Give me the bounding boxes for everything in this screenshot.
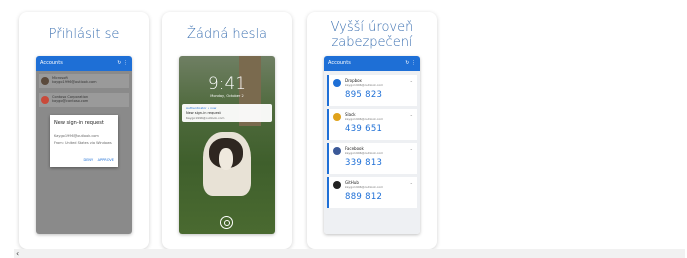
horizontal-scrollbar[interactable] bbox=[14, 249, 685, 258]
github-icon bbox=[333, 181, 341, 189]
account-email: kaygo1996@outlook.com bbox=[345, 83, 384, 87]
otp-code: 889 812 bbox=[345, 192, 383, 202]
dropbox-icon bbox=[333, 79, 341, 87]
account-email: kaygo1996@outlook.com bbox=[345, 151, 384, 155]
otp-code: 339 813 bbox=[345, 158, 383, 168]
deny-button: DENY bbox=[83, 158, 94, 162]
phone-screenshot: Accounts ↻ ⋮ Dropbox kaygo1996@outlook.c… bbox=[324, 56, 420, 234]
app-bar: Accounts ↻ ⋮ bbox=[324, 56, 420, 71]
phone-screenshot: Accounts ↻ ⋮ Microsoft kaygo1996@outlook… bbox=[36, 56, 132, 234]
app-bar: Accounts ↻ ⋮ bbox=[36, 56, 132, 71]
chevron-down-icon: ⌄ bbox=[409, 78, 413, 83]
avatar bbox=[41, 96, 49, 104]
account-email: kaygo@contoso.com bbox=[52, 99, 89, 103]
account-email: kaygo1996@outlook.com bbox=[52, 80, 97, 84]
card-title-line1: Vyšší úroveň bbox=[330, 20, 414, 35]
account-row: Dropbox kaygo1996@outlook.com 895 823 ⌄ bbox=[327, 75, 417, 106]
app-bar-title: Accounts bbox=[328, 60, 351, 66]
avatar bbox=[41, 77, 49, 85]
sign-in-notification: Authenticator • now New sign-in request … bbox=[182, 104, 272, 122]
fingerprint-icon bbox=[220, 216, 233, 229]
chevron-down-icon: ⌄ bbox=[409, 112, 413, 117]
screenshot-card-sign-in[interactable]: Přihlásit se Accounts ↻ ⋮ Microsoft kayg… bbox=[19, 12, 149, 249]
account-row: Facebook kaygo1996@outlook.com 339 813 ⌄ bbox=[327, 143, 417, 174]
sign-in-request-dialog: New sign-in request Kaygo1996@outlook.co… bbox=[50, 115, 118, 167]
chevron-down-icon: ⌄ bbox=[409, 146, 413, 151]
card-title-line2: zabezpečení bbox=[331, 35, 413, 50]
card-title: Žádná hesla bbox=[186, 27, 268, 42]
app-bar-icons: ↻ ⋮ bbox=[117, 60, 128, 66]
account-row: GitHub kaygo1996@outlook.com 889 812 ⌄ bbox=[327, 177, 417, 208]
dialog-account: Kaygo1996@outlook.com bbox=[54, 134, 99, 138]
card-title: Přihlásit se bbox=[48, 27, 120, 42]
account-list: Dropbox kaygo1996@outlook.com 895 823 ⌄ … bbox=[324, 71, 420, 234]
chevron-down-icon: ⌄ bbox=[409, 180, 413, 185]
notification-subtitle: Kaygo1996@outlook.com bbox=[186, 116, 225, 120]
screenshot-card-security[interactable]: Vyšší úroveň zabezpečení Accounts ↻ ⋮ Dr… bbox=[307, 12, 437, 249]
app-bar-icons: ↻ ⋮ bbox=[405, 60, 416, 66]
notification-title: New sign-in request bbox=[186, 111, 221, 115]
account-email: kaygo1996@outlook.com bbox=[345, 185, 384, 189]
screenshot-card-no-passwords[interactable]: Žádná hesla 9:41 Monday, October 2 Authe… bbox=[162, 12, 292, 249]
otp-code: 895 823 bbox=[345, 90, 383, 100]
account-row: Contoso Corporation kaygo@contoso.com bbox=[39, 93, 129, 107]
lock-date: Monday, October 2 bbox=[210, 94, 244, 98]
approve-button: APPROVE bbox=[97, 158, 114, 162]
facebook-icon bbox=[333, 147, 341, 155]
scroll-left-icon[interactable]: ‹ bbox=[16, 249, 19, 258]
notification-app: Authenticator • now bbox=[186, 106, 217, 110]
account-row: Microsoft kaygo1996@outlook.com bbox=[39, 74, 129, 88]
dialog-title: New sign-in request bbox=[54, 120, 104, 126]
slack-icon bbox=[333, 113, 341, 121]
dialog-location: From: United States via Windows bbox=[54, 141, 112, 145]
account-row: Slack kaygo1996@outlook.com 439 651 ⌄ bbox=[327, 109, 417, 140]
otp-code: 439 651 bbox=[345, 124, 383, 134]
account-email: kaygo1996@outlook.com bbox=[345, 117, 384, 121]
phone-lock-screen: 9:41 Monday, October 2 Authenticator • n… bbox=[179, 56, 275, 234]
lock-clock: 9:41 bbox=[207, 74, 247, 94]
app-bar-title: Accounts bbox=[40, 60, 63, 66]
